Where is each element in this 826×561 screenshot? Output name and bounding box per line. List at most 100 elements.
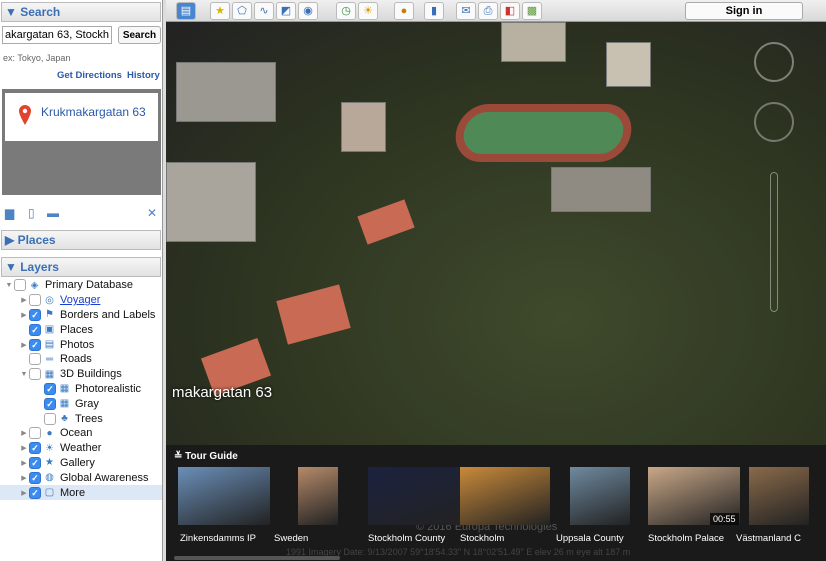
view-in-maps-icon[interactable]: ◧ <box>500 2 520 20</box>
tour-thumbnail[interactable] <box>460 467 550 525</box>
print-icon[interactable]: ⎙ <box>478 2 498 20</box>
layer-checkbox[interactable]: ✓ <box>29 323 41 336</box>
tour-item-label[interactable]: Stockholm County <box>368 533 445 544</box>
print-icon[interactable]: ▬ <box>47 206 59 220</box>
layer-item[interactable]: ▶ ✓ ▢ More <box>0 485 162 500</box>
expand-arrow-icon[interactable]: ▶ <box>19 341 29 349</box>
layer-checkbox[interactable]: ✓ <box>44 397 56 410</box>
add-folder-icon[interactable]: ▆ <box>5 206 14 220</box>
search-button[interactable]: Search <box>118 26 161 44</box>
layer-item[interactable]: ▼ – ◈ Primary Database <box>0 278 162 293</box>
layer-item[interactable]: ✓ ▣ Places <box>0 322 162 337</box>
layer-checkbox[interactable]: ✓ <box>29 338 41 351</box>
tour-item-label[interactable]: Zinkensdamms IP <box>180 533 256 544</box>
layer-checkbox[interactable]: – <box>14 279 26 292</box>
search-result-item[interactable]: Krukmakargatan 63 <box>5 93 158 141</box>
sidebar-toggle-icon[interactable]: ▤ <box>176 2 196 20</box>
layer-item[interactable]: ▶ ✓ ☀ Weather <box>0 441 162 456</box>
zoom-slider[interactable] <box>770 172 778 312</box>
tour-scrollbar[interactable] <box>174 556 340 560</box>
tour-item-label[interactable]: Stockholm Palace <box>648 533 724 544</box>
tour-thumbnail[interactable] <box>570 467 630 525</box>
layer-checkbox[interactable]: ✓ <box>44 382 56 395</box>
layer-checkbox[interactable]: ✓ <box>29 308 41 321</box>
sunlight-icon[interactable]: ☀ <box>358 2 378 20</box>
tour-item-label[interactable]: Stockholm <box>460 533 504 544</box>
layer-label: Photos <box>60 338 95 351</box>
tour-item-label[interactable]: Uppsala County <box>556 533 624 544</box>
layer-item[interactable]: ▶ ✓ ⚑ Borders and Labels <box>0 308 162 323</box>
sign-in-button[interactable]: Sign in <box>685 2 803 20</box>
layer-item[interactable]: ▶ ✓ ★ Gallery <box>0 456 162 471</box>
building-roof <box>357 199 415 245</box>
move-control[interactable] <box>754 102 794 142</box>
layer-checkbox[interactable] <box>29 353 41 366</box>
history-link[interactable]: History <box>127 70 160 81</box>
record-tour-icon[interactable]: ◉ <box>298 2 318 20</box>
add-path-icon[interactable]: ∿ <box>254 2 274 20</box>
copy-icon[interactable]: ▯ <box>28 206 35 220</box>
planets-icon[interactable]: ● <box>394 2 414 20</box>
layer-item[interactable]: ✓ ▦ Photorealistic <box>0 382 162 397</box>
layer-item[interactable]: ▼ – ▦ 3D Buildings <box>0 367 162 382</box>
expand-arrow-icon[interactable]: ▶ <box>19 311 29 319</box>
add-polygon-icon[interactable]: ⬠ <box>232 2 252 20</box>
tour-thumbnail[interactable] <box>749 467 809 525</box>
sidebar: ▼ Search Search ex: Tokyo, Japan Get Dir… <box>0 0 163 561</box>
email-icon[interactable]: ✉ <box>456 2 476 20</box>
layer-checkbox[interactable]: ✓ <box>29 442 41 455</box>
ruler-icon[interactable]: ▮ <box>424 2 444 20</box>
expand-arrow-icon[interactable]: ▶ <box>19 459 29 467</box>
layer-checkbox[interactable]: – <box>29 368 41 381</box>
map-maker-icon[interactable]: ▩ <box>522 2 542 20</box>
layer-item[interactable]: ═ Roads <box>0 352 162 367</box>
layer-item[interactable]: ▶ ✓ ▤ Photos <box>0 337 162 352</box>
search-input[interactable] <box>2 26 112 44</box>
earth-3d-view[interactable]: makargatan 63 <box>166 22 826 445</box>
expand-arrow-icon[interactable]: ▶ <box>19 429 29 437</box>
layer-item[interactable]: ▶ – ● Ocean <box>0 426 162 441</box>
search-panel-header[interactable]: ▼ Search <box>1 2 161 22</box>
tour-thumbnail[interactable] <box>368 467 460 525</box>
add-overlay-icon[interactable]: ◩ <box>276 2 296 20</box>
layer-checkbox[interactable] <box>44 412 56 425</box>
expand-arrow-icon[interactable]: ▶ <box>19 474 29 482</box>
places-panel-header[interactable]: ▶ Places <box>1 230 161 250</box>
layer-icon: ▣ <box>44 324 55 336</box>
layer-checkbox[interactable]: ✓ <box>29 486 41 499</box>
expand-arrow-icon[interactable]: ▶ <box>19 444 29 452</box>
tour-item-label[interactable]: Västmanland C <box>736 533 801 544</box>
map-placemark-label[interactable]: makargatan 63 <box>172 384 272 401</box>
layer-label[interactable]: Voyager <box>60 294 100 306</box>
historical-imagery-icon[interactable]: ◷ <box>336 2 356 20</box>
layer-item[interactable]: ✓ ▦ Gray <box>0 396 162 411</box>
layer-label: Gray <box>75 397 99 410</box>
layer-item[interactable]: ▶ ◎ Voyager <box>0 293 162 308</box>
layer-label: Global Awareness <box>60 471 149 484</box>
layer-item[interactable]: ♣ Trees <box>0 411 162 426</box>
tour-guide-label: Tour Guide <box>185 451 238 462</box>
layer-checkbox[interactable]: ✓ <box>29 471 41 484</box>
tour-item-label[interactable]: Sweden <box>274 533 308 544</box>
tour-thumbnail[interactable] <box>178 467 270 525</box>
look-control[interactable] <box>754 42 794 82</box>
layers-panel-header[interactable]: ▼ Layers <box>1 257 161 277</box>
add-placemark-icon[interactable]: ★ <box>210 2 230 20</box>
expand-arrow-icon[interactable]: ▼ <box>4 282 14 289</box>
layer-icon: ▦ <box>44 368 55 380</box>
layer-checkbox[interactable] <box>29 294 41 307</box>
expand-arrow-icon[interactable]: ▶ <box>19 296 29 304</box>
layer-item[interactable]: ▶ ✓ ◍ Global Awareness <box>0 470 162 485</box>
layer-checkbox[interactable]: – <box>29 427 41 440</box>
layer-checkbox[interactable]: ✓ <box>29 456 41 469</box>
tour-guide-title[interactable]: ≚ Tour Guide <box>174 451 238 462</box>
sports-field <box>451 104 636 162</box>
layer-label: 3D Buildings <box>60 368 122 381</box>
close-icon[interactable]: ✕ <box>147 206 157 220</box>
building-roof <box>276 284 351 345</box>
expand-arrow-icon[interactable]: ▼ <box>19 371 29 378</box>
tour-thumbnail[interactable] <box>298 467 338 525</box>
get-directions-link[interactable]: Get Directions <box>57 70 122 81</box>
layer-icon: ▢ <box>44 487 55 499</box>
expand-arrow-icon[interactable]: ▶ <box>19 489 29 497</box>
